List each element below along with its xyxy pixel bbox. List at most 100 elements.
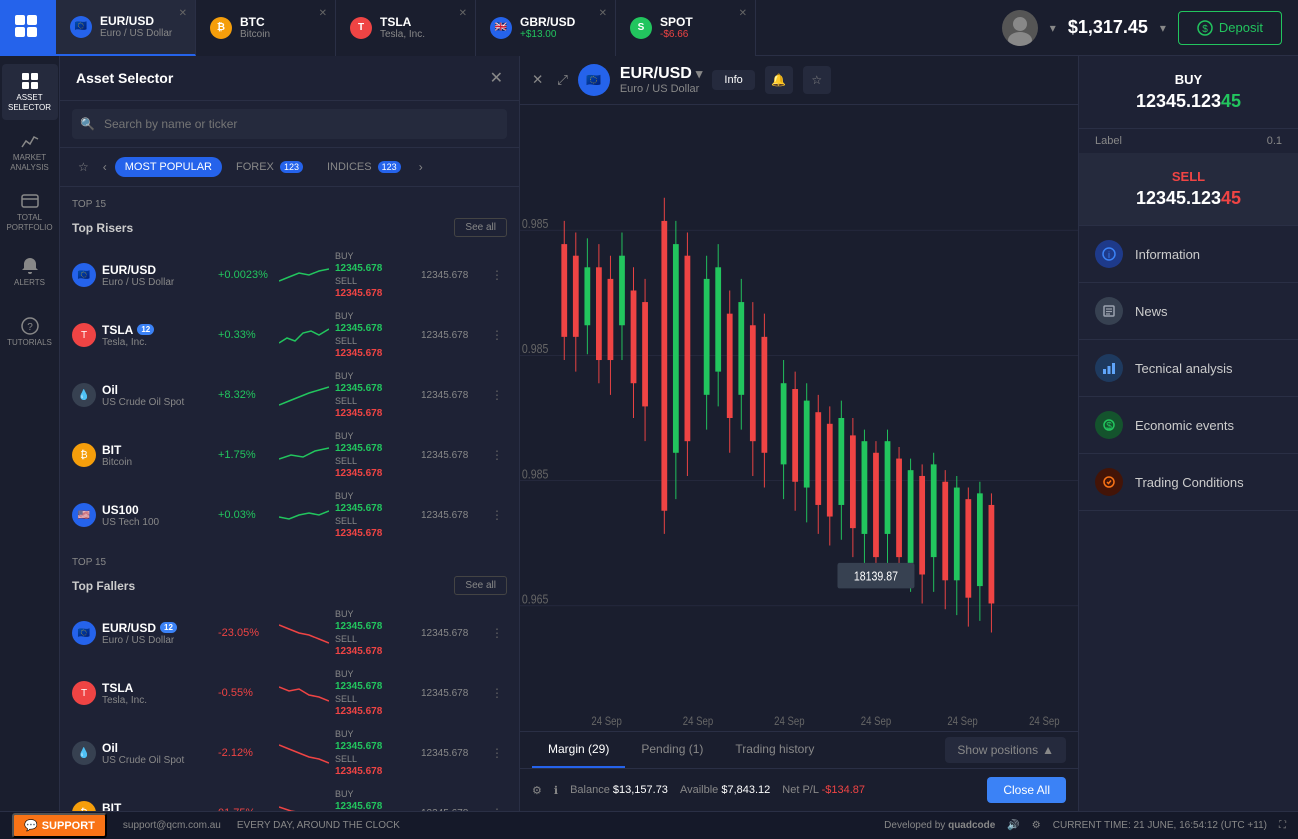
faller-row-1[interactable]: T TSLA Tesla, Inc. -0.55% BUY 12345.678 … <box>60 663 519 723</box>
riser-info-0: EUR/USD Euro / US Dollar <box>102 263 212 288</box>
top-risers-section-label: TOP 15 <box>60 195 519 214</box>
sidebar-item-tutorials[interactable]: ? TUTORIALS <box>2 304 58 360</box>
sidebar-item-alerts[interactable]: ALERTS <box>2 244 58 300</box>
tab-close-gbpusd[interactable]: ✕ <box>599 8 607 19</box>
tab-symbol-eurusd: EUR/USD <box>100 14 172 28</box>
search-input[interactable] <box>72 109 507 139</box>
deposit-button[interactable]: $ Deposit <box>1178 11 1282 45</box>
riser-more-2[interactable]: ⋮ <box>487 386 507 404</box>
faller-full-1: Tesla, Inc. <box>102 695 212 706</box>
asset-panel-close-button[interactable]: ✕ <box>490 68 503 88</box>
chart-tab-history[interactable]: Trading history <box>719 732 830 768</box>
riser-full-1: Tesla, Inc. <box>102 337 212 348</box>
star-tool-button[interactable]: ☆ <box>803 66 831 94</box>
info-item-economic-events[interactable]: $ Economic events <box>1079 397 1298 454</box>
faller-full-2: US Crude Oil Spot <box>102 755 212 766</box>
star-filter-button[interactable]: ☆ <box>72 156 95 178</box>
riser-row-4[interactable]: 🇺🇸 US100 US Tech 100 +0.03% BUY 12345.67… <box>60 485 519 545</box>
info-icon-bottom[interactable]: ℹ <box>554 784 558 797</box>
faller-change-1: -0.55% <box>218 687 273 699</box>
riser-info-2: Oil US Crude Oil Spot <box>102 383 212 408</box>
tab-gbpusd[interactable]: ✕ 🇬🇧 GBR/USD +$13.00 <box>476 0 616 56</box>
tab-eurusd[interactable]: ✕ 🇪🇺 EUR/USD Euro / US Dollar <box>56 0 196 56</box>
riser-row-1[interactable]: T TSLA 12 Tesla, Inc. +0.33% BUY 12345.6… <box>60 305 519 365</box>
top-bar: ✕ 🇪🇺 EUR/USD Euro / US Dollar ✕ ₿ BTC Bi… <box>0 0 1298 56</box>
close-all-button[interactable]: Close All <box>987 777 1066 803</box>
app-logo[interactable] <box>0 0 56 56</box>
user-dropdown-icon[interactable]: ▾ <box>1050 21 1056 35</box>
filter-tab-most-popular[interactable]: MOST POPULAR <box>115 157 222 177</box>
sidebar-item-market-analysis[interactable]: MARKETANALYSIS <box>2 124 58 180</box>
settings-icon-status[interactable]: ⚙ <box>1032 820 1041 831</box>
tab-close-spot[interactable]: ✕ <box>739 8 747 19</box>
trade-buy-section[interactable]: BUY 12345.12345 <box>1079 56 1298 129</box>
prev-filter-arrow[interactable]: ‹ <box>99 156 111 178</box>
chart-area: ✕ ⤢ 🇪🇺 EUR/USD ▾ Euro / US Dollar Info 🔔… <box>520 56 1078 811</box>
sidebar-label-asset-selector: ASSETSELECTOR <box>8 93 51 112</box>
riser-buysell-2: BUY 12345.678 SELL 12345.678 <box>335 371 415 419</box>
chart-tab-pending[interactable]: Pending (1) <box>625 732 719 768</box>
faller-more-1[interactable]: ⋮ <box>487 684 507 702</box>
tab-btc[interactable]: ✕ ₿ BTC Bitcoin <box>196 0 336 56</box>
svg-text:0.985: 0.985 <box>522 217 549 231</box>
sidebar-item-total-portfolio[interactable]: TOTALPORTFOLIO <box>2 184 58 240</box>
filter-tab-indices[interactable]: INDICES 123 <box>317 157 411 177</box>
info-button[interactable]: Info <box>712 70 754 90</box>
riser-more-3[interactable]: ⋮ <box>487 446 507 464</box>
faller-row-3[interactable]: ₿ BIT Bitcoin 01.75% BUY 12345.678 SELL … <box>60 783 519 811</box>
riser-more-0[interactable]: ⋮ <box>487 266 507 284</box>
faller-symbol-0: EUR/USD 12 <box>102 621 212 635</box>
sidebar-item-asset-selector[interactable]: ASSETSELECTOR <box>2 64 58 120</box>
faller-row-2[interactable]: 💧 Oil US Crude Oil Spot -2.12% BUY 12345… <box>60 723 519 783</box>
tab-icon-gbpusd: 🇬🇧 <box>490 17 512 39</box>
tab-close-tsla[interactable]: ✕ <box>459 8 467 19</box>
info-item-information[interactable]: i Information <box>1079 226 1298 283</box>
faller-more-2[interactable]: ⋮ <box>487 744 507 762</box>
faller-row-0[interactable]: 🇪🇺 EUR/USD 12 Euro / US Dollar -23.05% B… <box>60 603 519 663</box>
filter-tab-forex[interactable]: FOREX 123 <box>226 157 313 177</box>
main-content: ASSETSELECTOR MARKETANALYSIS TOTALPORTFO… <box>0 56 1298 811</box>
faller-more-0[interactable]: ⋮ <box>487 624 507 642</box>
tab-close-eurusd[interactable]: ✕ <box>179 8 187 19</box>
top-fallers-see-all[interactable]: See all <box>454 576 507 595</box>
riser-row-0[interactable]: 🇪🇺 EUR/USD Euro / US Dollar +0.0023% BUY… <box>60 245 519 305</box>
balance-dropdown-icon[interactable]: ▾ <box>1160 21 1166 35</box>
trade-sell-section[interactable]: SELL 12345.12345 <box>1079 153 1298 226</box>
tab-symbol-btc: BTC <box>240 15 270 29</box>
info-item-technical-analysis[interactable]: Tecnical analysis <box>1079 340 1298 397</box>
riser-sparkline-0 <box>279 263 329 287</box>
riser-row-2[interactable]: 💧 Oil US Crude Oil Spot +8.32% BUY 12345… <box>60 365 519 425</box>
next-filter-arrow[interactable]: › <box>415 156 427 178</box>
alert-tool-button[interactable]: 🔔 <box>765 66 793 94</box>
volume-icon[interactable]: 🔊 <box>1007 820 1019 831</box>
riser-symbol-3: BIT <box>102 443 212 457</box>
riser-more-1[interactable]: ⋮ <box>487 326 507 344</box>
riser-full-0: Euro / US Dollar <box>102 277 212 288</box>
tab-spot[interactable]: ✕ S SPOT -$6.66 <box>616 0 756 56</box>
faller-more-3[interactable]: ⋮ <box>487 804 507 811</box>
riser-buysell-3: BUY 12345.678 SELL 12345.678 <box>335 431 415 479</box>
settings-icon[interactable]: ⚙ <box>532 784 542 797</box>
chart-expand-button[interactable]: ⤢ <box>557 72 568 88</box>
chart-close-button[interactable]: ✕ <box>532 72 543 88</box>
info-item-trading-conditions[interactable]: Trading Conditions <box>1079 454 1298 511</box>
svg-text:24 Sep: 24 Sep <box>861 715 892 728</box>
avatar[interactable] <box>1002 10 1038 46</box>
top-risers-see-all[interactable]: See all <box>454 218 507 237</box>
riser-info-3: BIT Bitcoin <box>102 443 212 468</box>
pair-dropdown-icon[interactable]: ▾ <box>696 66 703 82</box>
support-button[interactable]: 💬 SUPPORT <box>12 813 107 838</box>
svg-text:24 Sep: 24 Sep <box>947 715 978 728</box>
riser-more-4[interactable]: ⋮ <box>487 506 507 524</box>
riser-sparkline-3 <box>279 443 329 467</box>
chart-tab-margin[interactable]: Margin (29) <box>532 732 625 768</box>
show-positions-button[interactable]: Show positions ▲ <box>945 737 1066 763</box>
asset-panel-title: Asset Selector <box>76 70 490 86</box>
tab-close-btc[interactable]: ✕ <box>319 8 327 19</box>
available-label: Availble $7,843.12 <box>680 784 770 796</box>
tab-tsla[interactable]: ✕ T TSLA Tesla, Inc. <box>336 0 476 56</box>
riser-row-3[interactable]: ₿ BIT Bitcoin +1.75% BUY 12345.678 SELL … <box>60 425 519 485</box>
info-item-news[interactable]: News <box>1079 283 1298 340</box>
sell-label: SELL <box>1095 169 1282 184</box>
fullscreen-icon[interactable]: ⛶ <box>1279 820 1286 831</box>
